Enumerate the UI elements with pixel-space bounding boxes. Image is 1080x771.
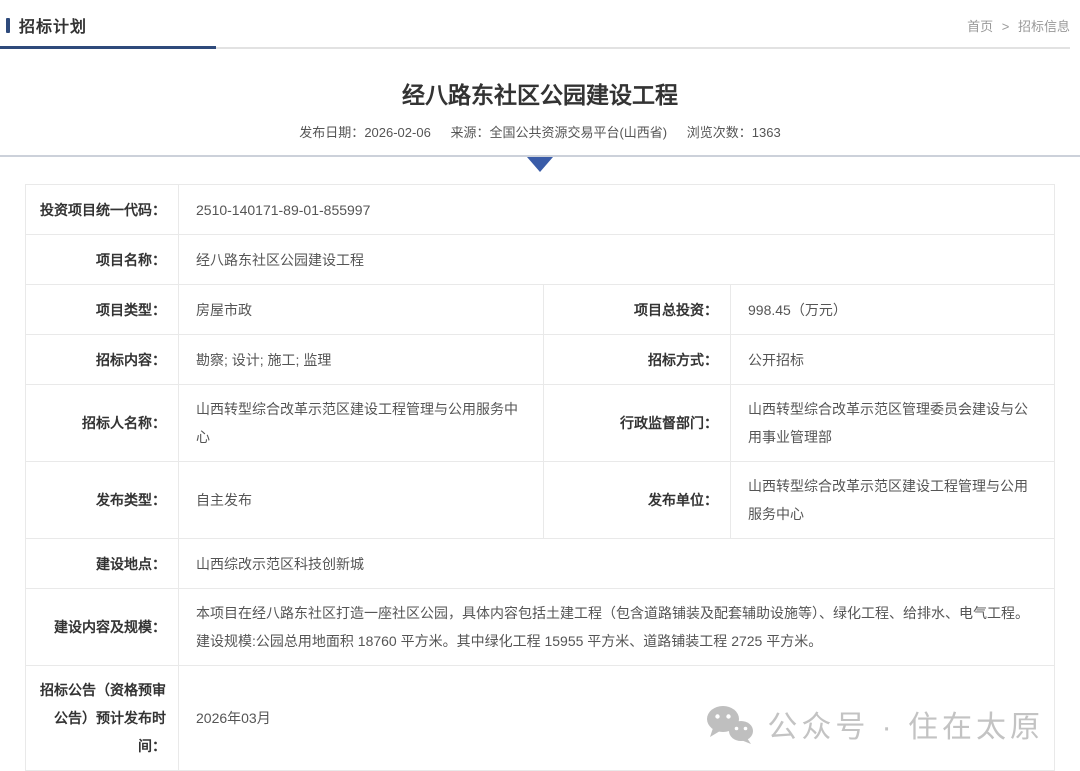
row-value: 本项目在经八路东社区打造一座社区公园，具体内容包括土建工程（包含道路铺装及配套辅…: [196, 605, 1029, 649]
breadcrumb-home-link[interactable]: 首页: [967, 19, 993, 34]
row-label: 投资项目统一代码：: [26, 185, 179, 234]
main-content: 经八路东社区公园建设工程 发布日期：2026-02-06 来源：全国公共资源交易…: [0, 76, 1080, 771]
source: 来源：全国公共资源交易平台(山西省): [450, 125, 668, 140]
page-title: 经八路东社区公园建设工程: [402, 82, 678, 108]
row-value: 房屋市政: [179, 285, 544, 334]
row-label-2: 招标方式：: [544, 335, 731, 384]
row-label: 招标公告（资格预审公告）预计发布时间：: [26, 666, 179, 770]
triangle-down-icon: [527, 157, 553, 172]
row-label: 建设内容及规模：: [26, 589, 179, 665]
table-row: 招标人名称： 山西转型综合改革示范区建设工程管理与公用服务中心 行政监督部门： …: [26, 385, 1054, 462]
row-value: 山西综改示范区科技创新城: [196, 555, 364, 572]
table-row: 招标公告（资格预审公告）预计发布时间： 2026年03月: [26, 666, 1054, 770]
row-label: 项目名称：: [26, 235, 179, 284]
table-row: 招标内容： 勘察; 设计; 施工; 监理 招标方式： 公开招标: [26, 335, 1054, 385]
header: 招标计划 首页 > 招标信息: [0, 0, 1080, 49]
breadcrumb-current-link[interactable]: 招标信息: [1018, 19, 1070, 34]
table-row: 项目类型： 房屋市政 项目总投资： 998.45（万元）: [26, 285, 1054, 335]
row-value: 2026年03月: [196, 710, 271, 726]
row-label-2: 行政监督部门：: [544, 385, 731, 461]
section-accent-bar: [6, 17, 10, 33]
article-meta: 发布日期：2026-02-06 来源：全国公共资源交易平台(山西省) 浏览次数：…: [0, 122, 1080, 141]
view-count: 浏览次数：1363: [686, 125, 781, 140]
row-label: 招标人名称：: [26, 385, 179, 461]
row-value: 自主发布: [179, 462, 544, 538]
row-value: 经八路东社区公园建设工程: [196, 251, 364, 268]
row-value-2: 山西转型综合改革示范区管理委员会建设与公用事业管理部: [748, 401, 1028, 445]
breadcrumb-separator: >: [1001, 18, 1010, 34]
section-divider: [0, 155, 1080, 172]
table-row: 投资项目统一代码： 2510-140171-89-01-855997: [26, 185, 1054, 235]
row-value-2: 公开招标: [748, 351, 804, 368]
row-value: 2510-140171-89-01-855997: [196, 201, 371, 218]
row-label-2: 项目总投资：: [544, 285, 731, 334]
row-value-2: 山西转型综合改革示范区建设工程管理与公用服务中心: [748, 478, 1028, 522]
table-row: 项目名称： 经八路东社区公园建设工程: [26, 235, 1054, 285]
row-value: 勘察; 设计; 施工; 监理: [179, 335, 544, 384]
section-title: 招标计划: [19, 19, 88, 36]
section-underline: [0, 46, 1070, 49]
table-row: 建设地点： 山西综改示范区科技创新城: [26, 539, 1054, 589]
table-row: 建设内容及规模： 本项目在经八路东社区打造一座社区公园，具体内容包括土建工程（包…: [26, 589, 1054, 666]
publish-date: 发布日期：2026-02-06: [299, 125, 431, 140]
row-label: 发布类型：: [26, 462, 179, 538]
row-value-2: 998.45（万元）: [748, 301, 847, 318]
breadcrumb: 首页 > 招标信息: [967, 16, 1070, 35]
row-value: 山西转型综合改革示范区建设工程管理与公用服务中心: [179, 385, 544, 461]
row-label: 建设地点：: [26, 539, 179, 588]
table-row: 发布类型： 自主发布 发布单位： 山西转型综合改革示范区建设工程管理与公用服务中…: [26, 462, 1054, 539]
info-table: 投资项目统一代码： 2510-140171-89-01-855997 项目名称：…: [25, 184, 1055, 771]
row-label: 招标内容：: [26, 335, 179, 384]
row-label: 项目类型：: [26, 285, 179, 334]
row-label-2: 发布单位：: [544, 462, 731, 538]
